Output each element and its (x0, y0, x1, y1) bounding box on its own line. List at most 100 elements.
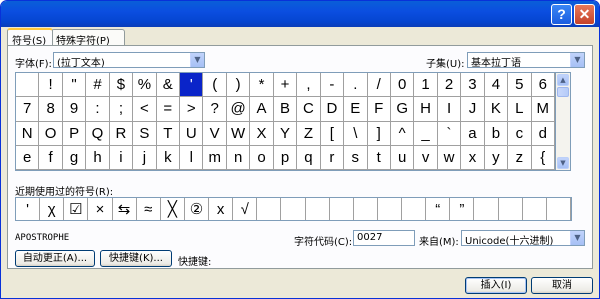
symbol-cell[interactable]: @ (226, 97, 251, 122)
symbol-cell[interactable]: X (250, 121, 274, 146)
symbol-cell[interactable]: ) (226, 73, 251, 98)
symbol-cell[interactable]: ' (180, 73, 204, 98)
insert-button[interactable]: 插入(I) (465, 277, 527, 294)
symbol-cell[interactable]: r (320, 145, 345, 170)
recent-symbol-cell[interactable] (378, 198, 403, 220)
recent-symbol-cell[interactable] (257, 198, 282, 220)
char-code-input[interactable]: 0027 (353, 230, 415, 246)
recent-symbol-cell[interactable]: ⇆ (113, 198, 137, 220)
symbol-cell[interactable]: > (180, 97, 204, 122)
from-dropdown[interactable]: Unicode(十六进制) ▼ (461, 230, 585, 247)
symbol-cell[interactable]: S (133, 121, 157, 146)
symbol-cell[interactable]: o (250, 145, 274, 170)
recent-symbols-row[interactable]: ' χ ☑ × ⇆ ≈ ╳ ② x √ “” (15, 197, 572, 221)
recent-symbol-cell[interactable]: ② (185, 198, 210, 220)
scroll-thumb[interactable] (557, 87, 569, 97)
recent-symbol-cell[interactable]: ” (450, 198, 475, 220)
symbol-cell[interactable]: G (390, 97, 415, 122)
recent-symbol-cell[interactable] (402, 198, 427, 220)
symbol-cell[interactable]: T (156, 121, 181, 146)
symbol-cell[interactable]: N (16, 121, 40, 146)
symbol-cell[interactable]: 6 (531, 73, 555, 98)
symbol-cell[interactable]: 0 (390, 73, 415, 98)
symbol-cell[interactable]: ? (203, 97, 227, 122)
symbol-grid-scrollbar[interactable]: ▲ ▼ (556, 72, 571, 171)
symbol-cell[interactable]: U (180, 121, 204, 146)
symbol-cell[interactable]: J (461, 97, 485, 122)
symbol-cell[interactable]: k (156, 145, 181, 170)
symbol-cell[interactable]: * (250, 73, 274, 98)
symbol-cell[interactable]: F (367, 97, 391, 122)
symbol-cell[interactable]: I (437, 97, 462, 122)
symbol-cell[interactable]: v (414, 145, 438, 170)
symbol-cell[interactable]: [ (320, 121, 345, 146)
symbol-cell[interactable]: q (297, 145, 321, 170)
symbol-cell[interactable]: 5 (508, 73, 532, 98)
symbol-cell[interactable]: p (273, 145, 298, 170)
recent-symbol-cell[interactable]: “ (426, 198, 451, 220)
symbol-cell[interactable]: n (226, 145, 251, 170)
symbol-cell[interactable]: + (273, 73, 298, 98)
symbol-cell[interactable]: B (273, 97, 298, 122)
symbol-cell[interactable]: f (39, 145, 63, 170)
symbol-cell[interactable]: 2 (437, 73, 462, 98)
recent-symbol-cell[interactable] (306, 198, 330, 220)
symbol-cell[interactable]: ` (437, 121, 462, 146)
symbol-cell[interactable]: 8 (39, 97, 63, 122)
symbol-cell[interactable] (16, 73, 40, 98)
chevron-down-icon[interactable]: ▼ (570, 53, 584, 67)
symbol-cell[interactable]: s (344, 145, 368, 170)
symbol-cell[interactable]: $ (109, 73, 134, 98)
symbol-cell[interactable]: R (109, 121, 134, 146)
symbol-cell[interactable]: 4 (484, 73, 509, 98)
symbol-cell[interactable]: c (508, 121, 532, 146)
recent-symbol-cell[interactable] (474, 198, 499, 220)
close-button[interactable]: ✕ (574, 4, 595, 25)
recent-symbol-cell[interactable]: ≈ (137, 198, 161, 220)
tab-special-characters[interactable]: 特殊字符(P) (51, 29, 125, 47)
symbol-cell[interactable]: ( (203, 73, 227, 98)
symbol-cell[interactable]: A (250, 97, 274, 122)
shortcut-key-button[interactable]: 快捷键(K)... (100, 250, 172, 267)
symbol-cell[interactable]: ^ (390, 121, 415, 146)
symbol-cell[interactable]: , (297, 73, 321, 98)
recent-symbol-cell[interactable]: × (88, 198, 113, 220)
symbol-cell[interactable]: u (390, 145, 415, 170)
recent-symbol-cell[interactable] (523, 198, 547, 220)
recent-symbol-cell[interactable] (354, 198, 378, 220)
symbol-cell[interactable]: % (133, 73, 157, 98)
symbol-cell[interactable]: ! (39, 73, 63, 98)
symbol-cell[interactable]: 3 (461, 73, 485, 98)
symbol-cell[interactable]: Z (297, 121, 321, 146)
symbol-cell[interactable]: m (203, 145, 227, 170)
symbol-cell[interactable]: z (508, 145, 532, 170)
symbol-cell[interactable]: L (508, 97, 532, 122)
recent-symbol-cell[interactable]: x (209, 198, 234, 220)
recent-symbol-cell[interactable] (330, 198, 354, 220)
symbol-cell[interactable]: e (16, 145, 40, 170)
symbol-cell[interactable]: 7 (16, 97, 40, 122)
scroll-up-icon[interactable]: ▲ (557, 74, 569, 86)
symbol-cell[interactable]: : (86, 97, 110, 122)
symbol-cell[interactable]: w (437, 145, 462, 170)
recent-symbol-cell[interactable] (281, 198, 306, 220)
symbol-grid[interactable]: ! " # $% & '() * +, -./0 1 2 3 4 5 6 7 8 9:; < = >? @ A B C D E F G H… (15, 72, 556, 171)
recent-symbol-cell[interactable] (499, 198, 523, 220)
recent-symbol-cell[interactable]: ☑ (64, 198, 89, 220)
symbol-cell[interactable]: \ (344, 121, 368, 146)
symbol-cell[interactable]: b (484, 121, 509, 146)
symbol-cell[interactable]: & (156, 73, 181, 98)
symbol-cell[interactable]: Y (273, 121, 298, 146)
symbol-cell[interactable]: 1 (414, 73, 438, 98)
symbol-cell[interactable]: 9 (62, 97, 87, 122)
symbol-cell[interactable]: < (133, 97, 157, 122)
scroll-down-icon[interactable]: ▼ (557, 157, 569, 169)
symbol-cell[interactable]: Q (86, 121, 110, 146)
symbol-cell[interactable]: d (531, 121, 555, 146)
recent-symbol-cell[interactable]: ╳ (161, 198, 185, 220)
symbol-cell[interactable]: y (484, 145, 509, 170)
symbol-cell[interactable]: M (531, 97, 555, 122)
symbol-cell[interactable]: " (62, 73, 87, 98)
symbol-cell[interactable]: ; (109, 97, 134, 122)
help-button[interactable]: ? (551, 4, 572, 25)
